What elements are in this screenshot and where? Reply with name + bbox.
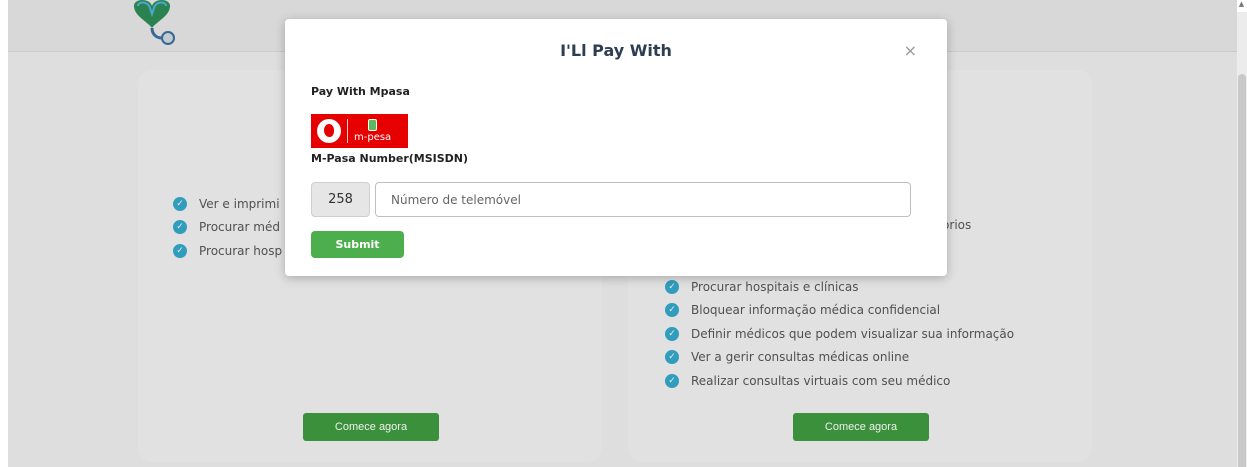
modal-title: I'Ll Pay With	[560, 41, 672, 60]
scrollbar-thumb[interactable]	[1238, 74, 1246, 467]
vodafone-icon	[317, 119, 341, 143]
phone-icon	[368, 119, 378, 131]
mpesa-logo: m-pesa	[311, 114, 408, 148]
msisdn-label: M-Pasa Number(MSISDN)	[311, 152, 469, 165]
payment-method-label: Pay With Mpasa	[311, 85, 410, 98]
scroll-up-arrow-icon[interactable]: ▲	[1237, 0, 1246, 8]
close-icon[interactable]: ×	[904, 41, 917, 60]
scrollbar[interactable]	[1237, 12, 1247, 467]
submit-button[interactable]: Submit	[311, 231, 404, 258]
mpesa-brand-text: m-pesa	[354, 132, 392, 143]
country-code: 258	[311, 182, 370, 217]
phone-number-input[interactable]	[375, 182, 911, 217]
payment-modal: I'Ll Pay With × Pay With Mpasa m-pesa M-…	[285, 19, 947, 276]
